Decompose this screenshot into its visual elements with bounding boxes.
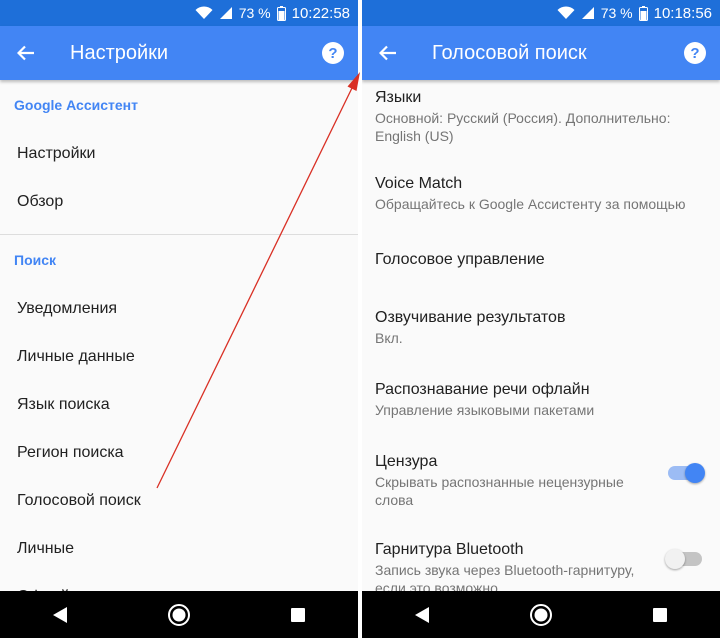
list-item-offline-search[interactable]: Офлайн-поиск: [0, 573, 358, 591]
back-arrow-icon: [379, 45, 396, 61]
status-time: 10:22:58: [291, 4, 350, 22]
setting-title: Гарнитура Bluetooth: [375, 541, 524, 558]
setting-title: Озвучивание результатов: [375, 309, 566, 326]
status-time: 10:18:56: [653, 4, 712, 22]
status-bar: 73 % 10:22:58: [0, 0, 358, 26]
list-item-personal[interactable]: Личные: [0, 525, 358, 573]
setting-title: Языки: [375, 89, 422, 106]
setting-title: Распознавание речи офлайн: [375, 381, 590, 398]
status-bar: 73 % 10:18:56: [362, 0, 720, 26]
setting-title: Цензура: [375, 453, 438, 470]
nav-home-icon: [167, 603, 190, 626]
list-item-search-region[interactable]: Регион поиска: [0, 429, 358, 477]
list-item-notifications[interactable]: Уведомления: [0, 285, 358, 333]
right-screen: 73 % 10:18:56 Голосовой поиск ? Языки Ос…: [362, 0, 720, 638]
back-arrow-icon: [17, 45, 34, 61]
battery-icon: [638, 5, 648, 21]
toggle-thumb: [685, 463, 705, 483]
help-icon[interactable]: ?: [684, 42, 706, 64]
signal-icon: [219, 6, 233, 20]
signal-icon: [581, 6, 595, 20]
nav-back-button[interactable]: [402, 595, 442, 635]
app-bar: Голосовой поиск ?: [362, 26, 720, 80]
list-item-overview[interactable]: Обзор: [0, 178, 358, 226]
nav-recents-button[interactable]: [640, 595, 680, 635]
app-bar: Настройки ?: [0, 26, 358, 80]
nav-recents-icon: [291, 607, 306, 622]
setting-speak-results[interactable]: Озвучивание результатов Вкл.: [362, 296, 720, 368]
censorship-toggle[interactable]: [668, 463, 705, 483]
setting-voice-control[interactable]: Голосовое управление: [362, 228, 720, 296]
section-header-assistant: Google Ассистент: [14, 97, 138, 113]
left-screen: 73 % 10:22:58 Настройки ? Google Ассисте…: [0, 0, 358, 638]
navigation-bar: [0, 591, 358, 638]
page-title: Голосовой поиск: [432, 41, 587, 64]
battery-icon: [276, 5, 286, 21]
page-title: Настройки: [70, 41, 169, 64]
setting-subtitle: Вкл.: [375, 330, 403, 346]
nav-home-icon: [529, 603, 552, 626]
battery-percent: 73 %: [600, 5, 633, 21]
nav-back-icon: [52, 606, 67, 623]
section-header-search: Поиск: [14, 252, 57, 268]
nav-home-button[interactable]: [159, 595, 199, 635]
nav-back-icon: [414, 606, 429, 623]
setting-subtitle: Управление языковыми пакетами: [375, 402, 595, 418]
list-item-search-language[interactable]: Язык поиска: [0, 381, 358, 429]
setting-title: Голосовое управление: [375, 251, 545, 268]
nav-home-button[interactable]: [521, 595, 561, 635]
bluetooth-toggle[interactable]: [665, 549, 702, 569]
setting-offline-speech[interactable]: Распознавание речи офлайн Управление язы…: [362, 368, 720, 440]
setting-subtitle: Запись звука через Bluetooth-гарнитуру, …: [375, 562, 635, 591]
setting-subtitle: Скрывать распознанные нецензурные слова: [375, 474, 624, 508]
wifi-icon: [195, 6, 213, 20]
setting-censorship[interactable]: Цензура Скрывать распознанные нецензурны…: [362, 440, 720, 528]
settings-list: Google Ассистент Настройки Обзор Поиск У…: [0, 80, 358, 591]
nav-recents-icon: [653, 607, 668, 622]
nav-back-button[interactable]: [40, 595, 80, 635]
setting-subtitle: Обращайтесь к Google Ассистенту за помощ…: [375, 196, 686, 212]
wifi-icon: [557, 6, 575, 20]
back-button[interactable]: [362, 26, 414, 80]
nav-recents-button[interactable]: [278, 595, 318, 635]
back-button[interactable]: [0, 26, 52, 80]
navigation-bar: [362, 591, 720, 638]
setting-bluetooth-headset[interactable]: Гарнитура Bluetooth Запись звука через B…: [362, 528, 720, 591]
setting-title: Voice Match: [375, 175, 463, 192]
list-item-voice-search[interactable]: Голосовой поиск: [0, 477, 358, 525]
setting-voice-match[interactable]: Voice Match Обращайтесь к Google Ассисте…: [362, 156, 720, 228]
setting-subtitle: Основной: Русский (Россия). Дополнительн…: [375, 110, 671, 144]
list-item-personal-data[interactable]: Личные данные: [0, 333, 358, 381]
help-icon[interactable]: ?: [322, 42, 344, 64]
battery-percent: 73 %: [238, 5, 271, 21]
list-item-assistant-settings[interactable]: Настройки: [0, 130, 358, 178]
voice-search-settings-list: Языки Основной: Русский (Россия). Дополн…: [362, 80, 720, 591]
toggle-thumb: [665, 549, 685, 569]
setting-languages[interactable]: Языки Основной: Русский (Россия). Дополн…: [362, 80, 720, 156]
